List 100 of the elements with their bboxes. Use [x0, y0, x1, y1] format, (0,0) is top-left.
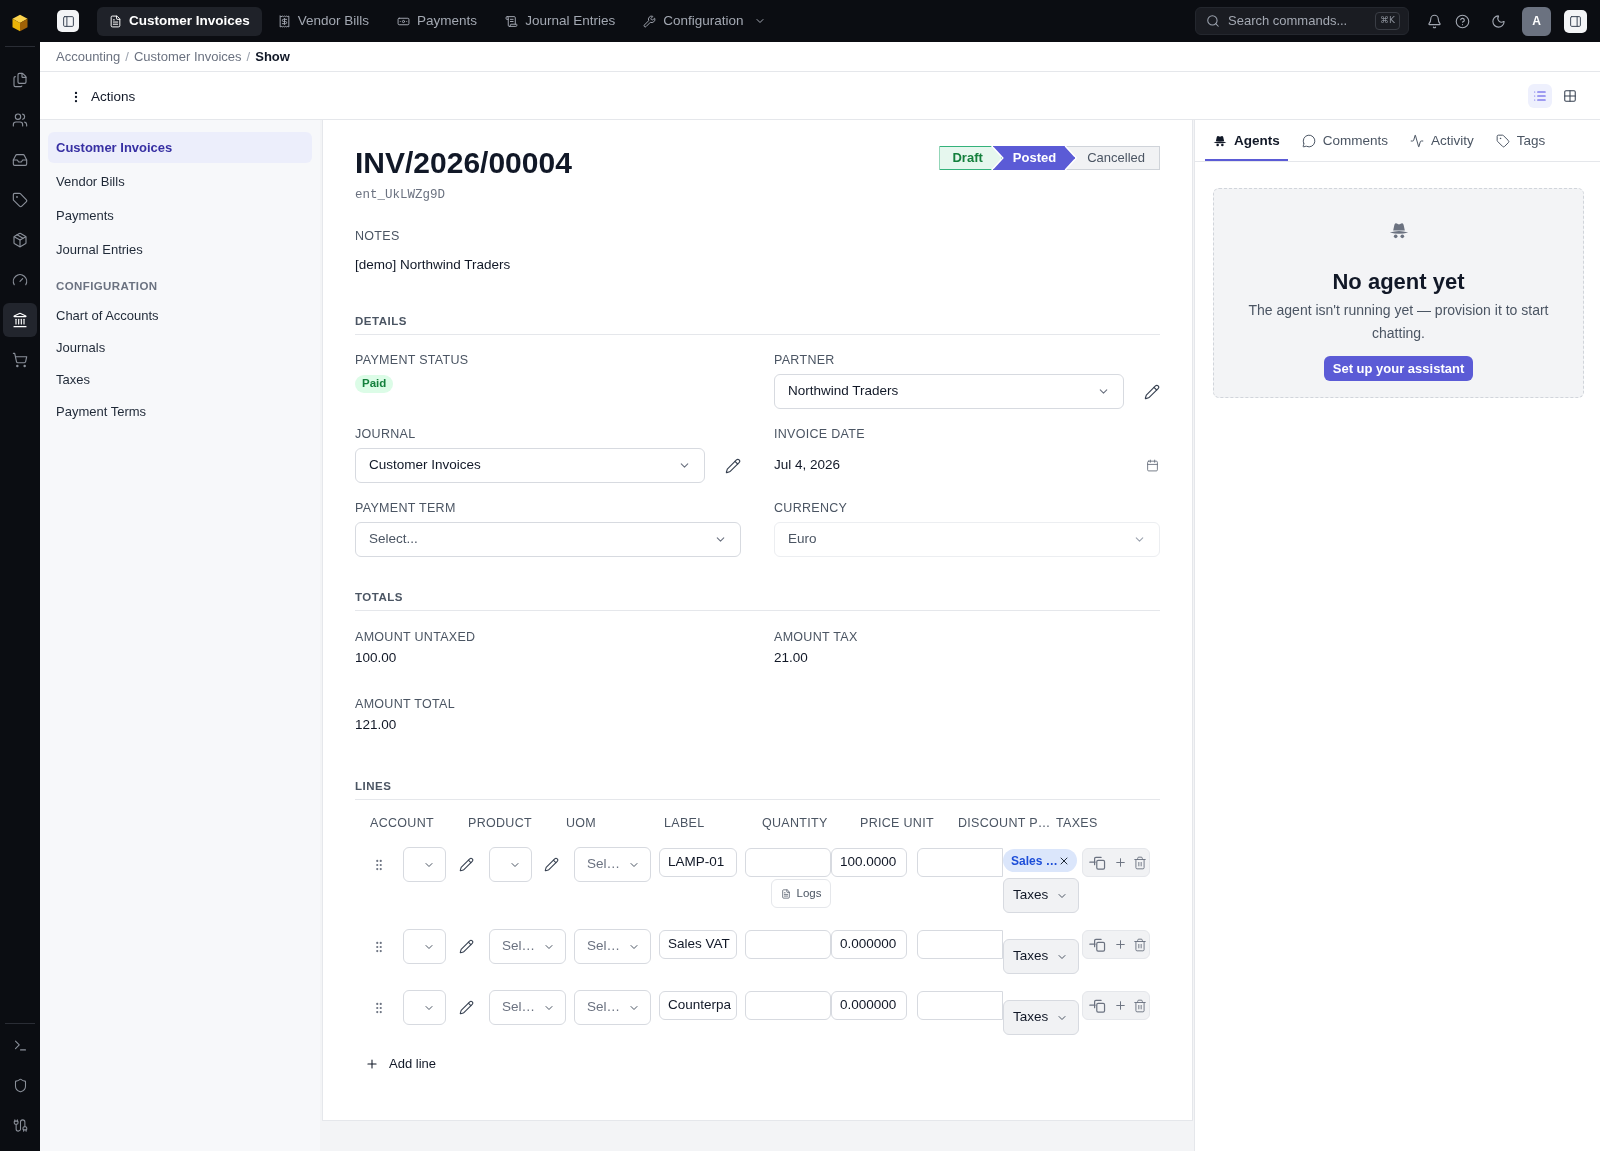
breadcrumb-link[interactable]: Accounting [56, 46, 121, 67]
column-header: LABEL [664, 815, 705, 832]
price-unit-input[interactable]: 100.0000 [831, 848, 907, 877]
column-header: ACCOUNT [370, 815, 434, 832]
tax-tag[interactable]: Sales … [1003, 849, 1077, 872]
tag-icon [1495, 134, 1510, 148]
sidebar-item[interactable]: Taxes [48, 365, 312, 394]
quantity-input[interactable] [745, 930, 831, 959]
quantity-input[interactable] [745, 848, 831, 877]
moon-icon[interactable] [1491, 13, 1506, 29]
record-id: ent_UkLWZg9D [355, 187, 446, 203]
breadcrumb-link[interactable]: Customer Invoices [133, 46, 242, 67]
select-field[interactable]: Northwind Traders [774, 374, 1124, 409]
nav-tab[interactable]: Configuration [631, 6, 779, 36]
field-label: AMOUNT UNTAXED [355, 629, 477, 645]
pencil-icon[interactable] [1144, 383, 1160, 400]
cart-icon [12, 352, 28, 368]
copy-icon[interactable] [1089, 998, 1108, 1013]
label-input[interactable]: LAMP-01 [659, 848, 737, 877]
nav-tab[interactable]: Journal Entries [493, 6, 628, 36]
pencil-icon[interactable] [458, 1000, 474, 1015]
field-label: PARTNER [774, 352, 836, 368]
bell-icon[interactable] [1427, 13, 1442, 29]
trash-icon[interactable] [1133, 937, 1147, 952]
calendar-icon[interactable] [1146, 459, 1159, 472]
rail-button[interactable] [3, 303, 37, 337]
pencil-icon[interactable] [458, 857, 474, 872]
uom-select[interactable]: Sel… [574, 847, 651, 882]
panel-tab[interactable]: Activity [1402, 123, 1482, 161]
section-title: DETAILS [355, 314, 408, 330]
trash-icon[interactable] [1133, 998, 1147, 1013]
status-badge: Paid [355, 375, 394, 393]
panel-tab[interactable]: Tags [1487, 123, 1554, 161]
price-unit-input[interactable]: 0.000000 [831, 930, 907, 959]
label-input[interactable]: Sales VAT [659, 930, 737, 959]
nav-tab[interactable]: Vendor Bills [265, 6, 382, 36]
discount-input[interactable] [917, 848, 1003, 877]
sidebar-item[interactable]: Payments [48, 200, 312, 231]
copy-icon[interactable] [1089, 855, 1108, 870]
logs-button[interactable]: Logs [771, 879, 831, 908]
product-select[interactable]: Sel… [489, 990, 566, 1025]
quantity-input[interactable] [745, 991, 831, 1020]
nav-tab[interactable]: Customer Invoices [97, 6, 262, 36]
search-field[interactable]: Search commands... ⌘K [1195, 7, 1409, 35]
pencil-icon[interactable] [458, 939, 474, 954]
column-header: TAXES [1056, 815, 1098, 832]
panel-tab[interactable]: Agents [1205, 123, 1288, 161]
view-toggle-button[interactable] [1528, 83, 1552, 108]
sidebar-item[interactable]: Payment Terms [48, 397, 312, 426]
plus-icon[interactable] [1114, 999, 1127, 1012]
document-icon [109, 14, 122, 28]
plus-icon[interactable] [1114, 938, 1127, 951]
uom-select[interactable]: Sel… [574, 990, 651, 1025]
nav-tab[interactable]: Payments [385, 6, 490, 36]
price-unit-input[interactable]: 0.000000 [831, 991, 907, 1020]
select-field[interactable]: Select... [355, 522, 741, 557]
avatar[interactable]: A [1522, 6, 1551, 36]
add-line-button[interactable]: Add line [365, 1054, 436, 1074]
label-input[interactable]: Counterpa [659, 991, 737, 1020]
field-label: NOTES [355, 228, 401, 244]
hat-icon [1213, 135, 1227, 147]
tag-icon [12, 192, 28, 208]
status-step[interactable]: Cancelled [1066, 146, 1160, 170]
document-icon [780, 888, 791, 899]
pencil-icon[interactable] [725, 457, 741, 474]
shield-icon[interactable] [12, 1077, 28, 1093]
field-label: CURRENCY [774, 500, 849, 516]
sidebar-item[interactable]: Chart of Accounts [48, 301, 312, 330]
copy-icon[interactable] [1089, 937, 1108, 952]
setup-assistant-button[interactable]: Set up your assistant [1323, 356, 1474, 381]
empty-state-title: No agent yet [1332, 268, 1465, 296]
panel-tab[interactable]: Comments [1293, 123, 1397, 161]
sidebar-item[interactable]: Vendor Bills [48, 166, 312, 197]
field-label: AMOUNT TAX [774, 629, 859, 645]
panel-toggle-button[interactable] [1564, 9, 1587, 33]
actions-button[interactable]: Actions [69, 83, 136, 111]
trash-icon[interactable] [1133, 855, 1147, 870]
search-icon [1206, 14, 1220, 28]
product-select[interactable]: Sel… [489, 929, 566, 964]
breadcrumb-current: Show [255, 47, 290, 66]
terminal-icon[interactable] [12, 1037, 28, 1053]
help-icon[interactable] [1455, 13, 1470, 29]
pencil-icon[interactable] [543, 857, 559, 872]
breadcrumb-separator: / [246, 47, 251, 66]
sidebar-item[interactable]: Journals [48, 333, 312, 362]
taxes-select[interactable]: Taxes [1003, 878, 1079, 913]
uom-select[interactable]: Sel… [574, 929, 651, 964]
receipt-icon [277, 14, 291, 28]
taxes-select[interactable]: Taxes [1003, 939, 1079, 974]
cube-logo-icon [10, 13, 30, 33]
plus-icon[interactable] [1114, 856, 1127, 869]
sidebar-item[interactable]: Journal Entries [48, 234, 312, 265]
sidebar-item[interactable]: Customer Invoices [48, 132, 312, 163]
sidebar-toggle-button[interactable] [57, 10, 79, 32]
discount-input[interactable] [917, 930, 1003, 959]
select-field[interactable]: Customer Invoices [355, 448, 705, 483]
plug-icon[interactable] [12, 1117, 28, 1133]
discount-input[interactable] [917, 991, 1003, 1020]
taxes-select[interactable]: Taxes [1003, 1000, 1079, 1035]
list-icon [1533, 88, 1547, 103]
